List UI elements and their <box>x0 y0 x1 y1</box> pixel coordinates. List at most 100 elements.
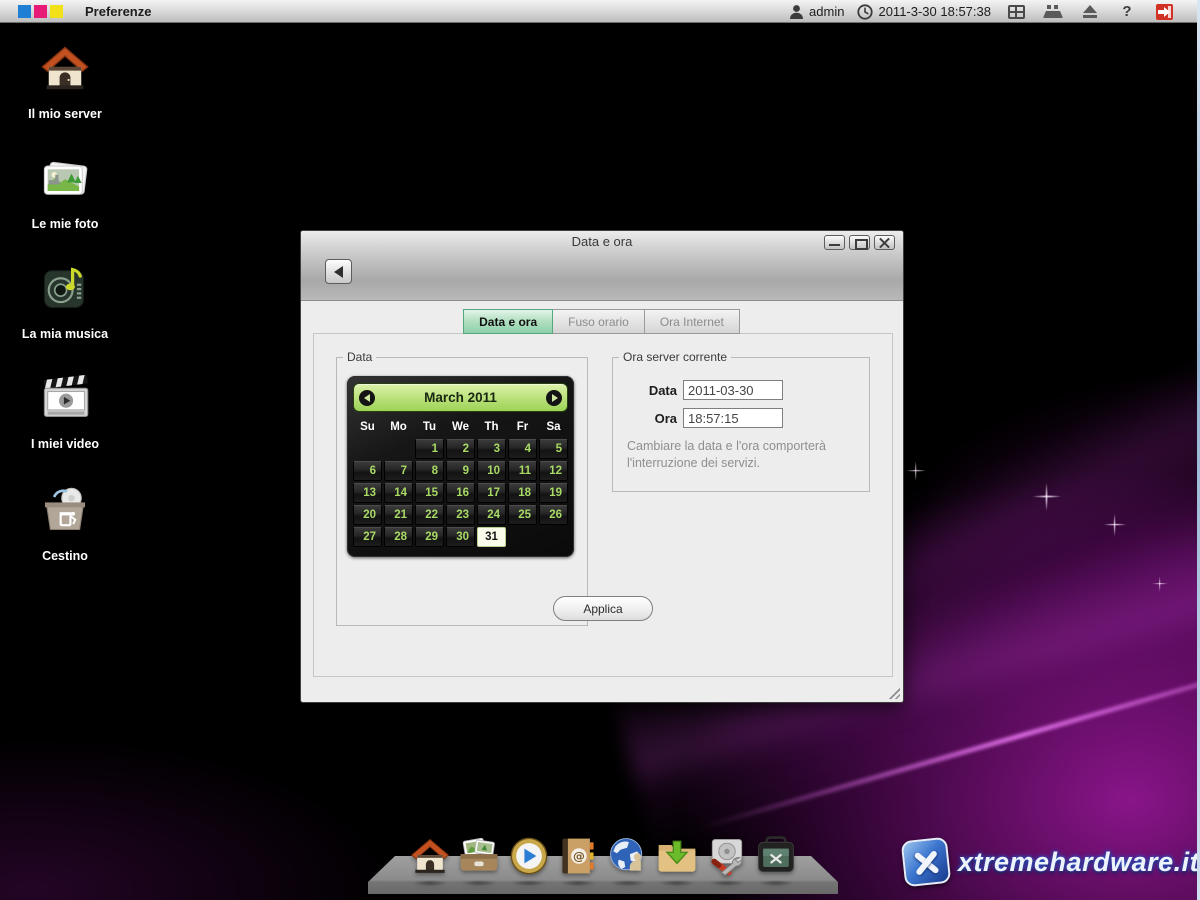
watermark-text: xtremehardware.it <box>958 847 1199 878</box>
calendar-day[interactable]: 17 <box>477 483 506 503</box>
calendar-day[interactable]: 19 <box>539 483 568 503</box>
desktop-icon-my-photos[interactable]: Le mie foto <box>15 152 115 231</box>
dock-icon-photo-box[interactable] <box>457 834 501 880</box>
eject-button[interactable] <box>1078 2 1102 22</box>
desktop-icon-my-server[interactable]: Il mio server <box>15 42 115 121</box>
help-button[interactable]: ? <box>1115 2 1139 22</box>
calendar-day[interactable]: 22 <box>415 505 444 525</box>
home-icon <box>408 834 452 878</box>
calendar-day[interactable]: 30 <box>446 527 475 547</box>
tab-ora-internet[interactable]: Ora Internet <box>644 309 740 334</box>
trash-icon <box>39 484 91 536</box>
calendar-day[interactable]: 14 <box>384 483 413 503</box>
maximize-button[interactable] <box>849 235 870 250</box>
desktop-icon-my-videos[interactable]: I miei video <box>15 372 115 451</box>
calendar-header: March 2011 <box>353 383 568 412</box>
weekday-label: Su <box>353 418 382 436</box>
desktop-icon-label: I miei video <box>15 437 115 451</box>
calendar-prev-button[interactable] <box>359 390 375 406</box>
calendar-day-blank <box>353 439 382 459</box>
calendar-day-selected[interactable]: 31 <box>477 527 506 547</box>
dock-icon-address-book[interactable]: @ <box>556 834 600 880</box>
calendar-day[interactable]: 12 <box>539 461 568 481</box>
calendar-day[interactable]: 3 <box>477 439 506 459</box>
dock-icon-storage-tools[interactable] <box>705 834 749 880</box>
chevron-right-icon <box>552 394 558 402</box>
minimize-button[interactable] <box>824 235 845 250</box>
logo-square-blue <box>18 5 31 18</box>
calendar-day[interactable]: 13 <box>353 483 382 503</box>
desktop-icon-label: Il mio server <box>15 107 115 121</box>
address-book-icon: @ <box>556 834 600 878</box>
dialog-tabs: Data e ora Fuso orario Ora Internet <box>301 309 903 334</box>
calendar-day[interactable]: 29 <box>415 527 444 547</box>
calendar-day[interactable]: 4 <box>508 439 537 459</box>
calendar-day[interactable]: 1 <box>415 439 444 459</box>
calendar-day[interactable]: 9 <box>446 461 475 481</box>
tab-fuso-orario[interactable]: Fuso orario <box>552 309 645 334</box>
calendar-day-blank <box>508 527 537 547</box>
calendar-day[interactable]: 28 <box>384 527 413 547</box>
calendar-day[interactable]: 24 <box>477 505 506 525</box>
calendar-day[interactable]: 16 <box>446 483 475 503</box>
calendar-day[interactable]: 10 <box>477 461 506 481</box>
calendar-day[interactable]: 25 <box>508 505 537 525</box>
user-menu[interactable]: admin <box>789 4 844 20</box>
calendar-day[interactable]: 18 <box>508 483 537 503</box>
dock-icon-toolbox[interactable] <box>754 834 798 880</box>
desktop-icon-my-music[interactable]: La mia musica <box>15 262 115 341</box>
user-icon <box>789 4 804 20</box>
date-input[interactable] <box>683 380 783 400</box>
calendar-month-label: March 2011 <box>375 390 546 405</box>
devices-button[interactable] <box>1041 2 1065 22</box>
download-folder-icon <box>655 834 699 878</box>
desktop-icon-recycle-bin[interactable]: Cestino <box>15 484 115 563</box>
calendar-day[interactable]: 6 <box>353 461 382 481</box>
calendar-day[interactable]: 23 <box>446 505 475 525</box>
dock-icon-media-player[interactable] <box>507 834 551 880</box>
date-time-dialog: Data e ora Data e ora Fuso orario Ora In… <box>300 230 904 703</box>
calendar-day[interactable]: 8 <box>415 461 444 481</box>
desktop-icon-label: Cestino <box>15 549 115 563</box>
calendar-day[interactable]: 20 <box>353 505 382 525</box>
calendar-next-button[interactable] <box>546 390 562 406</box>
time-input[interactable] <box>683 408 783 428</box>
dock-icon-home[interactable] <box>408 834 452 880</box>
weekday-label: Sa <box>539 418 568 436</box>
date-field-label: Data <box>613 383 677 398</box>
back-button[interactable] <box>325 259 352 284</box>
server-time-group: Ora server corrente Data Ora Cambiare la… <box>612 350 870 492</box>
apply-button[interactable]: Applica <box>553 596 653 621</box>
weekday-label: Th <box>477 418 506 436</box>
video-icon <box>39 372 91 424</box>
weekday-label: Fr <box>508 418 537 436</box>
resize-grip[interactable] <box>886 685 900 699</box>
watermark: xtremehardware.it <box>903 839 1199 885</box>
clock-display: 2011-3-30 18:57:38 <box>857 4 991 20</box>
date-group: Data March 2011 Su Mo Tu We Th Fr Sa <box>336 350 588 626</box>
server-time-legend: Ora server corrente <box>619 350 731 364</box>
dialog-titlebar[interactable]: Data e ora <box>301 231 903 301</box>
devices-icon <box>1043 5 1063 18</box>
sparkle-star <box>1114 524 1116 526</box>
calendar-day[interactable]: 15 <box>415 483 444 503</box>
calendar-day[interactable]: 11 <box>508 461 537 481</box>
calendar-day[interactable]: 5 <box>539 439 568 459</box>
clock-icon <box>857 4 873 20</box>
calendar-day[interactable]: 26 <box>539 505 568 525</box>
logout-button[interactable] <box>1152 2 1176 22</box>
calendar-day[interactable]: 27 <box>353 527 382 547</box>
chevron-left-icon <box>364 394 370 402</box>
toolbox-icon <box>754 834 798 878</box>
svg-text:@: @ <box>573 849 585 863</box>
dock-icon-download-folder[interactable] <box>655 834 699 880</box>
close-button[interactable] <box>874 235 895 250</box>
grid-view-button[interactable] <box>1004 2 1028 22</box>
calendar-day[interactable]: 21 <box>384 505 413 525</box>
tab-data-e-ora[interactable]: Data e ora <box>463 309 553 334</box>
calendar-day[interactable]: 7 <box>384 461 413 481</box>
dock-icon-web-globe[interactable] <box>606 834 650 880</box>
sparkle-star <box>1046 496 1048 498</box>
calendar-weekday-row: Su Mo Tu We Th Fr Sa <box>353 418 568 436</box>
calendar-day[interactable]: 2 <box>446 439 475 459</box>
